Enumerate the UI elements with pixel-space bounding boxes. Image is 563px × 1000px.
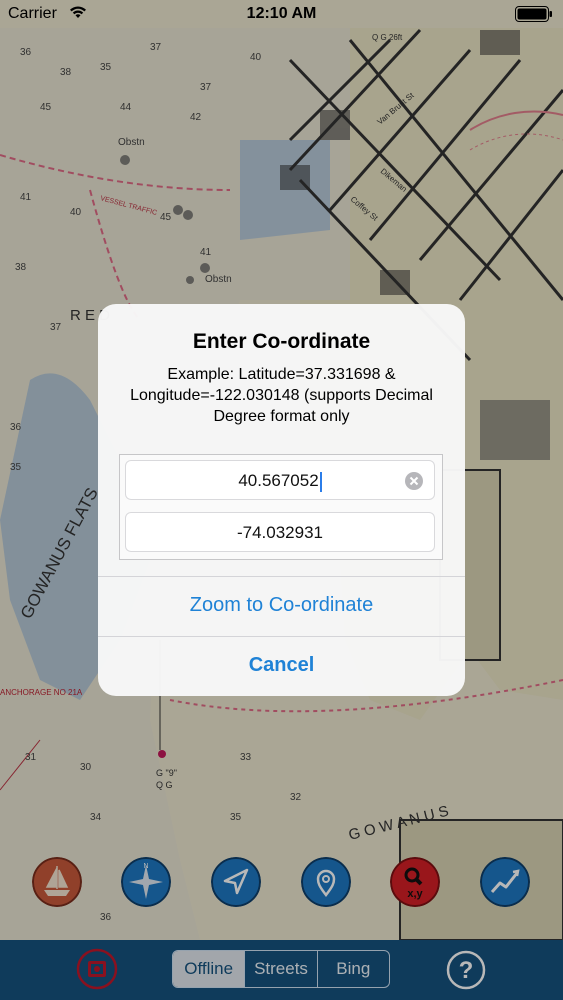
text-caret <box>319 471 322 492</box>
clear-text-icon[interactable] <box>404 471 424 491</box>
cancel-button[interactable]: Cancel <box>98 654 465 677</box>
dialog-separator <box>98 636 465 637</box>
dialog-message: Example: Latitude=37.331698 & Longitude=… <box>130 366 433 425</box>
dialog-separator <box>98 576 465 577</box>
enter-coordinate-dialog: Enter Co-ordinate Example: Latitude=37.3… <box>98 304 465 696</box>
longitude-input[interactable]: -74.032931 <box>125 512 435 552</box>
dialog-title: Enter Co-ordinate <box>192 330 371 353</box>
coordinate-fields: 40.567052 -74.032931 <box>119 454 443 560</box>
zoom-to-coordinate-button[interactable]: Zoom to Co-ordinate <box>98 594 465 617</box>
longitude-value: -74.032931 <box>236 523 324 542</box>
latitude-input[interactable]: 40.567052 <box>125 460 435 500</box>
latitude-value: 40.567052 <box>238 471 319 490</box>
